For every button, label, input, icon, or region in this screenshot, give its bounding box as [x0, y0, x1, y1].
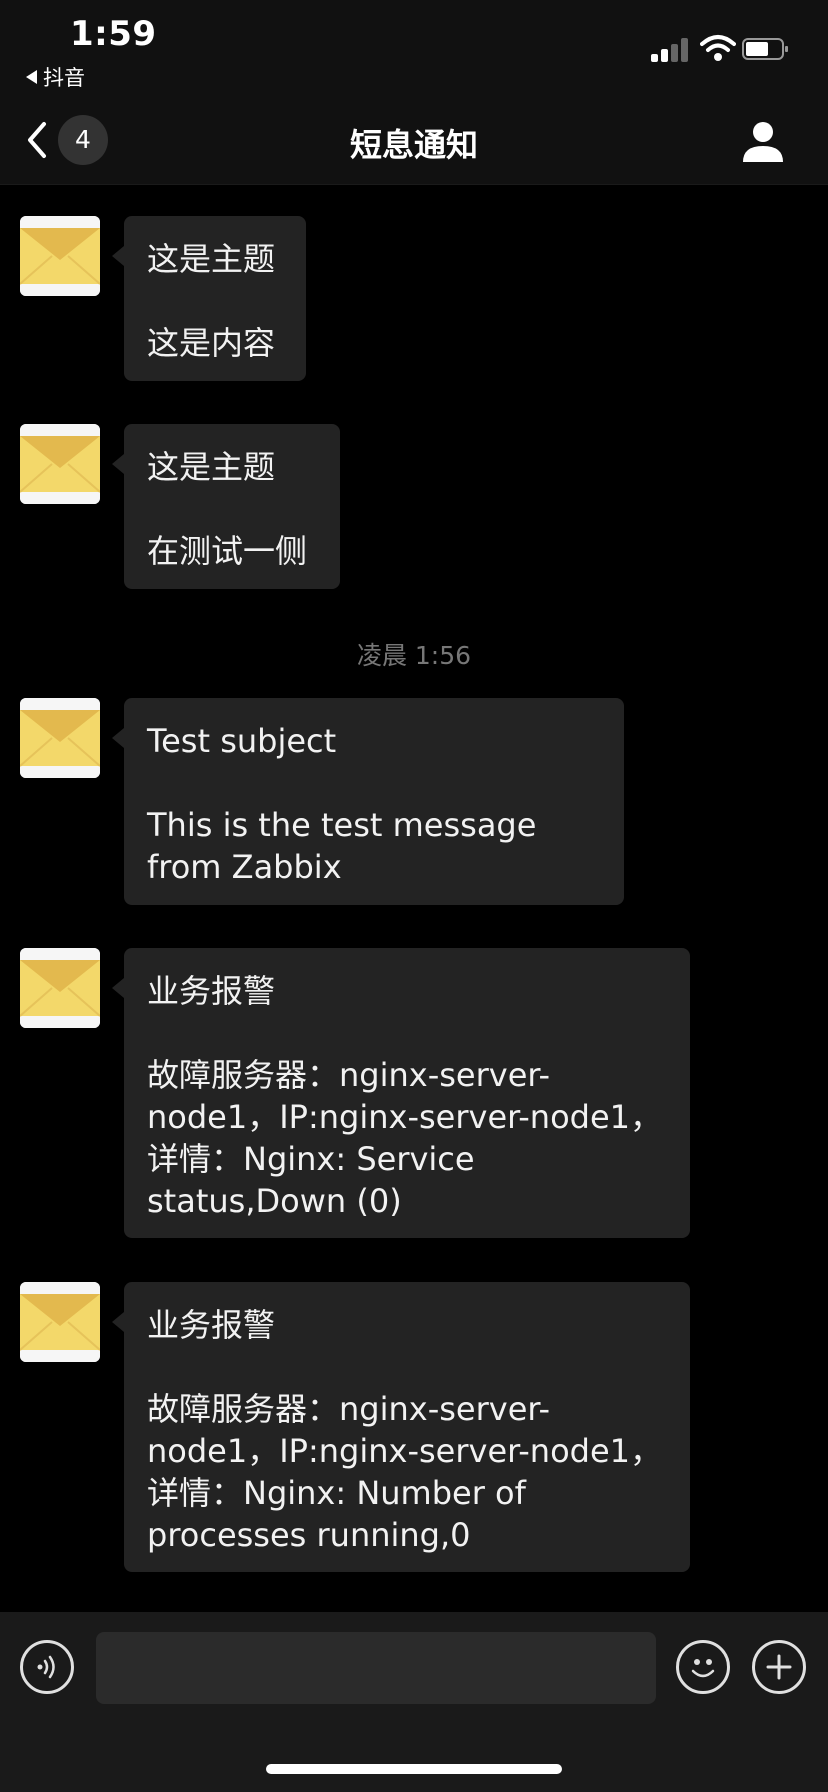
message-body: This is the test message from Zabbix: [147, 806, 537, 886]
cellular-signal-icon: [651, 38, 691, 62]
battery-icon: [742, 38, 788, 60]
message-subject: 这是主题: [147, 240, 276, 278]
envelope-icon[interactable]: [20, 216, 100, 296]
message-bubble[interactable]: 这是主题 在测试一侧: [112, 424, 340, 589]
wifi-icon: [700, 35, 736, 61]
message-subject: Test subject: [147, 722, 337, 760]
emoji-icon[interactable]: [676, 1640, 730, 1694]
envelope-icon[interactable]: [20, 948, 100, 1028]
plus-icon[interactable]: [752, 1640, 806, 1694]
timestamp-divider: 凌晨 1:56: [356, 641, 472, 670]
input-bar: [0, 1612, 828, 1792]
message-body: 在测试一侧: [147, 532, 308, 570]
envelope-icon[interactable]: [20, 698, 100, 778]
message-subject: 这是主题: [147, 448, 276, 486]
message-body: 故障服务器：nginx-server-node1，IP:nginx-server…: [147, 1056, 663, 1220]
page-title: 短息通知: [349, 126, 478, 164]
home-indicator[interactable]: [266, 1764, 562, 1774]
message-bubble[interactable]: 业务报警 故障服务器：nginx-server-node1，IP:nginx-s…: [112, 948, 690, 1238]
back-triangle-icon: [26, 70, 37, 84]
user-icon[interactable]: [740, 118, 786, 164]
message-bubble[interactable]: 这是主题 这是内容: [112, 216, 306, 381]
message-input[interactable]: [96, 1632, 656, 1704]
voice-icon[interactable]: [20, 1640, 74, 1694]
message-subject: 业务报警: [147, 1306, 276, 1344]
message-body: 故障服务器：nginx-server-node1，IP:nginx-server…: [147, 1390, 663, 1554]
message-bubble[interactable]: Test subject This is the test message fr…: [112, 698, 624, 905]
message-subject: 业务报警: [147, 972, 276, 1010]
back-app-label: 抖音: [43, 66, 85, 90]
envelope-icon[interactable]: [20, 1282, 100, 1362]
status-time: 1:59: [70, 14, 157, 54]
navigation-bar: 4 短息通知: [0, 100, 828, 185]
message-body: 这是内容: [147, 324, 276, 362]
envelope-icon[interactable]: [20, 424, 100, 504]
message-bubble[interactable]: 业务报警 故障服务器：nginx-server-node1，IP:nginx-s…: [112, 1282, 690, 1572]
back-to-app-link[interactable]: 抖音: [26, 62, 85, 92]
status-bar: 1:59 抖音: [0, 0, 828, 100]
